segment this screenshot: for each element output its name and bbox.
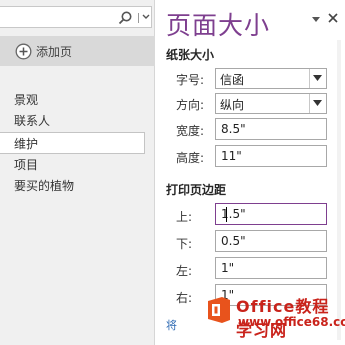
margin-right-label: 右: (176, 291, 193, 305)
size-label: 字号: (176, 73, 205, 87)
size-select[interactable]: 信函 (215, 68, 327, 89)
margin-left-input[interactable]: 1" (215, 257, 327, 279)
print-margins-heading: 打印页边距 (166, 183, 227, 197)
search-icon[interactable] (117, 10, 133, 26)
paper-size-heading: 纸张大小 (166, 48, 215, 62)
search-box[interactable] (0, 6, 152, 28)
select-divider (309, 69, 310, 88)
page-item-maintenance[interactable]: 维护 (0, 132, 145, 154)
orientation-select-value: 纵向 (220, 98, 245, 112)
margin-top-input[interactable]: 1.5" (215, 203, 327, 225)
text-caret (226, 207, 227, 222)
pane-options-icon[interactable] (311, 16, 321, 24)
dropdown-arrow-icon[interactable] (313, 75, 322, 82)
apply-to-all-link[interactable]: 将 (166, 317, 177, 333)
size-select-value: 信函 (220, 73, 245, 87)
add-circle-icon (15, 43, 32, 60)
width-input[interactable]: 8.5" (215, 118, 327, 140)
orientation-select[interactable]: 纵向 (215, 93, 327, 114)
page-item-plants-to-buy[interactable]: 要买的植物 (0, 175, 145, 197)
margin-top-value: 1.5" (221, 207, 246, 221)
height-input[interactable]: 11" (215, 145, 327, 167)
chevron-down-icon[interactable] (141, 11, 151, 23)
add-page-label: 添加页 (36, 45, 73, 59)
margin-bottom-input[interactable]: 0.5" (215, 230, 327, 252)
margin-bottom-label: 下: (176, 237, 193, 251)
height-label: 高度: (176, 151, 205, 165)
office-logo-icon (208, 297, 230, 323)
watermark-url: www.office68.com (238, 315, 345, 329)
orientation-label: 方向: (176, 98, 205, 112)
margin-top-label: 上: (176, 210, 193, 224)
select-divider (309, 94, 310, 113)
dropdown-arrow-icon[interactable] (313, 100, 322, 107)
page-navigation-panel: 添加页 景观 联系人 维护 项目 要买的植物 (0, 0, 155, 345)
margin-left-label: 左: (176, 264, 193, 278)
page-item-projects[interactable]: 项目 (0, 154, 145, 176)
page-item-landscape[interactable]: 景观 (0, 89, 145, 111)
add-page-button[interactable]: 添加页 (0, 36, 155, 66)
close-icon[interactable] (327, 12, 339, 24)
search-separator (138, 13, 139, 23)
pane-title: 页面大小 (166, 11, 271, 40)
page-item-contacts[interactable]: 联系人 (0, 110, 145, 132)
width-label: 宽度: (176, 124, 205, 138)
